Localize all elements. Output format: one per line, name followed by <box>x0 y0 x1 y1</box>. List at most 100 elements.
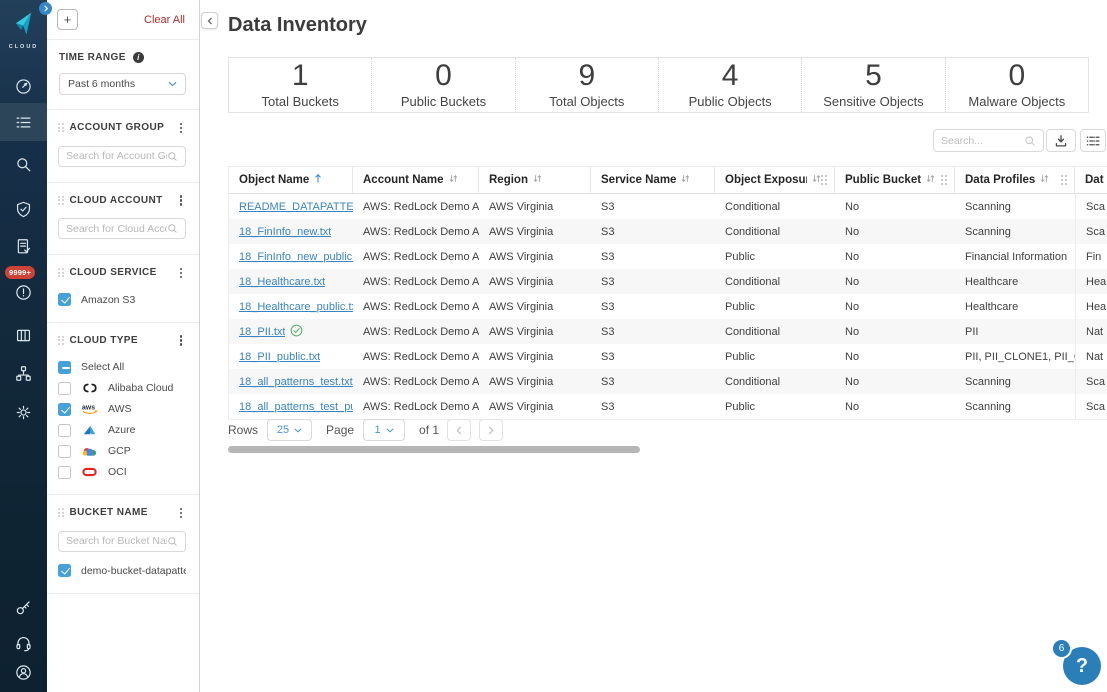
filter-option-amazon-s3[interactable]: Amazon S3 <box>58 293 186 307</box>
prisma-cloud-logo[interactable]: CLOUD <box>0 11 47 50</box>
table-search[interactable] <box>933 129 1044 152</box>
column-settings-button[interactable] <box>1080 129 1106 152</box>
dashboard-gauge-icon <box>16 78 31 94</box>
table-row[interactable]: 18_PII_public.txt AWS: RedLock Demo Acc..… <box>229 344 1107 369</box>
cloud-account-search[interactable] <box>58 218 186 239</box>
section-drag-handle-icon[interactable] <box>58 335 64 345</box>
nav-search[interactable] <box>0 146 47 182</box>
rows-label: Rows <box>228 423 259 437</box>
object-name-link[interactable]: 18_all_patterns_test.txt <box>239 376 353 388</box>
sort-icon[interactable] <box>676 173 690 187</box>
nav-compliance[interactable] <box>0 191 47 227</box>
checkbox-checked[interactable] <box>58 564 71 577</box>
section-menu-icon[interactable] <box>176 120 186 136</box>
checkbox-unchecked[interactable] <box>58 423 71 437</box>
section-menu-icon[interactable] <box>176 193 186 209</box>
section-drag-handle-icon[interactable] <box>58 195 64 205</box>
download-button[interactable] <box>1046 129 1076 152</box>
object-name-link[interactable]: 18_PII.txt <box>239 326 285 338</box>
filter-option-select-all[interactable]: Select All <box>58 360 186 374</box>
cell-public_bucket: No <box>845 200 860 213</box>
page-select[interactable]: 1 <box>363 419 406 441</box>
nav-policies[interactable] <box>0 228 47 264</box>
column-drag-handle-icon[interactable] <box>1060 174 1067 186</box>
account-group-search[interactable] <box>58 145 186 167</box>
bucket-name-search-input[interactable] <box>66 535 167 547</box>
checkbox-unchecked[interactable] <box>58 444 71 458</box>
column-drag-handle-icon[interactable] <box>820 174 827 186</box>
column-header-object-exposure[interactable]: Object Exposure <box>715 167 835 193</box>
column-header-service-name[interactable]: Service Name <box>591 167 715 193</box>
table-row[interactable]: 18_all_patterns_test.txt AWS: RedLock Dem… <box>229 369 1107 394</box>
previous-page-button[interactable] <box>447 419 472 441</box>
next-page-button[interactable] <box>479 419 504 441</box>
filter-option-aws[interactable]: aws AWS <box>58 402 186 416</box>
filter-option-demo-bucket-datapattern-f[interactable]: demo-bucket-datapattern-f... <box>58 564 186 578</box>
clear-all-filters[interactable]: Clear All <box>144 14 185 26</box>
column-header-dat[interactable]: Dat <box>1075 167 1107 193</box>
bucket-name-search[interactable] <box>58 530 186 552</box>
table-search-input[interactable] <box>941 134 1024 147</box>
column-header-data-profiles[interactable]: Data Profiles <box>955 167 1075 193</box>
object-name-link[interactable]: 18_FinInfo_new_public.txt <box>239 251 353 263</box>
table-row[interactable]: 18_FinInfo_new_public.txt AWS: RedLock De… <box>229 244 1107 269</box>
table-row[interactable]: 18_Healthcare.txt AWS: RedLock Demo Acc..… <box>229 269 1107 294</box>
stat-label: Sensitive Objects <box>823 94 924 109</box>
rows-per-page-select[interactable]: 25 <box>267 419 313 441</box>
sort-icon[interactable] <box>444 173 458 187</box>
section-menu-icon[interactable] <box>176 505 186 521</box>
nav-dashboard[interactable] <box>0 68 47 104</box>
column-header-account-name[interactable]: Account Name <box>353 167 479 193</box>
column-header-region[interactable]: Region <box>479 167 591 193</box>
nav-alerts[interactable] <box>0 274 47 310</box>
nav-profile[interactable] <box>0 654 47 690</box>
column-drag-handle-icon[interactable] <box>940 174 947 186</box>
section-drag-handle-icon[interactable] <box>58 268 64 278</box>
checkbox-checked[interactable] <box>58 293 71 306</box>
nav-settings[interactable] <box>0 394 47 430</box>
section-menu-icon[interactable] <box>176 333 186 349</box>
cloud-account-search-input[interactable] <box>66 222 167 235</box>
account-group-search-input[interactable] <box>66 150 167 162</box>
section-drag-handle-icon[interactable] <box>58 123 64 133</box>
table-row[interactable]: 18_Healthcare_public.txt AWS: RedLock Dem… <box>229 294 1107 319</box>
filter-option-alibaba-cloud[interactable]: Alibaba Cloud <box>58 381 186 395</box>
column-header-public-bucket[interactable]: Public Bucket <box>835 167 955 193</box>
filter-option-oci[interactable]: OCI <box>58 465 186 479</box>
column-header-object-name[interactable]: Object Name <box>229 167 353 193</box>
table-row[interactable]: 18_PII.txt AWS: RedLock Demo Acc... AWS Vi… <box>229 319 1107 344</box>
checkbox-checked[interactable] <box>58 402 71 416</box>
object-name-link[interactable]: 18_Healthcare_public.txt <box>239 301 353 313</box>
columns-icon <box>1086 135 1100 146</box>
collapse-filter-panel-button[interactable] <box>201 12 218 29</box>
checkbox-unchecked[interactable] <box>58 381 71 395</box>
collapse-sidebar-toggle[interactable] <box>39 2 52 15</box>
object-name-link[interactable]: 18_Healthcare.txt <box>239 276 325 288</box>
nav-access-keys[interactable] <box>0 589 47 625</box>
object-name-link[interactable]: 18_PII_public.txt <box>239 351 320 363</box>
info-icon[interactable]: i <box>132 52 144 63</box>
checkbox-indeterminate[interactable] <box>58 360 71 374</box>
nav-inventory-list[interactable] <box>0 103 47 141</box>
table-row[interactable]: README_DATAPATTER... AWS: RedLock Demo Ac… <box>229 194 1107 219</box>
nav-network[interactable] <box>0 355 47 391</box>
object-name-link[interactable]: README_DATAPATTER... <box>239 201 353 213</box>
sort-icon[interactable] <box>528 173 542 187</box>
table-row[interactable]: 18_all_patterns_test_publ... AWS: RedLock… <box>229 394 1107 419</box>
horizontal-scrollbar[interactable] <box>228 446 640 453</box>
table-row[interactable]: 18_FinInfo_new.txt AWS: RedLock Demo Acc.… <box>229 219 1107 244</box>
nav-assets[interactable] <box>0 317 47 353</box>
section-menu-icon[interactable] <box>176 265 186 281</box>
filter-option-gcp[interactable]: GCP <box>58 444 186 458</box>
sort-ascending-icon[interactable] <box>309 173 322 187</box>
add-filter-button[interactable]: + <box>57 9 78 30</box>
section-drag-handle-icon[interactable] <box>58 508 64 518</box>
sort-icon[interactable] <box>921 173 935 187</box>
object-name-link[interactable]: 18_all_patterns_test_publ... <box>239 401 353 413</box>
sort-icon[interactable] <box>1035 173 1049 187</box>
filter-option-azure[interactable]: Azure <box>58 423 186 437</box>
checkbox-unchecked[interactable] <box>58 465 71 479</box>
object-name-link[interactable]: 18_FinInfo_new.txt <box>239 226 331 238</box>
sort-icon[interactable] <box>807 173 821 187</box>
time-range-select[interactable]: Past 6 months <box>59 73 186 95</box>
